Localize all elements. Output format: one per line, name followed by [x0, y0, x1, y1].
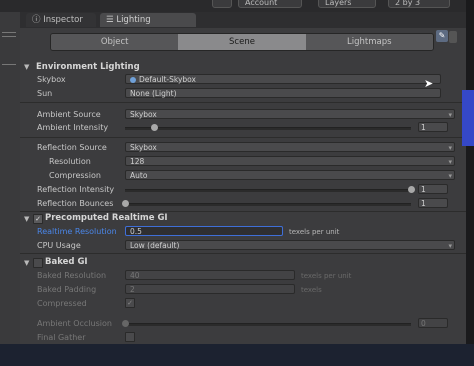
- divider: [20, 137, 466, 138]
- ambient-source-value: Skybox: [130, 110, 157, 119]
- resolution-label: Resolution: [49, 157, 91, 166]
- reflection-intensity-label: Reflection Intensity: [37, 185, 115, 194]
- baked-padding-label: Baked Padding: [37, 285, 97, 294]
- tab-lighting[interactable]: ☰ Lighting: [100, 13, 196, 27]
- chevron-down-icon: ▾: [448, 158, 452, 166]
- reflection-bounces-label: Reflection Bounces: [37, 199, 114, 208]
- chevron-down-icon: ▾: [448, 242, 452, 250]
- lighting-mode-segmented: Object Scene Lightmaps: [50, 33, 434, 51]
- compression-dropdown[interactable]: Auto ▾: [125, 170, 455, 180]
- tab-bar: ⓘ Inspector ☰ Lighting: [20, 12, 466, 28]
- baked-resolution-unit: texels per unit: [301, 272, 352, 280]
- ambient-intensity-label: Ambient Intensity: [37, 123, 109, 132]
- ambient-intensity-slider[interactable]: [125, 127, 411, 130]
- left-panel-edge: [0, 12, 21, 344]
- cpu-usage-value: Low (default): [130, 241, 180, 250]
- video-edge: [466, 0, 474, 366]
- segment-lightmaps[interactable]: Lightmaps: [305, 34, 433, 50]
- skybox-value: Default-Skybox: [139, 75, 196, 84]
- ambient-occlusion-label: Ambient Occlusion: [37, 319, 112, 328]
- ambient-intensity-input[interactable]: 1: [418, 122, 448, 132]
- tab-inspector[interactable]: ⓘ Inspector: [26, 13, 96, 27]
- chevron-down-icon: ▾: [448, 172, 452, 180]
- sun-field[interactable]: None (Light): [125, 88, 441, 98]
- chevron-down-icon: ▾: [448, 144, 452, 152]
- cpu-usage-dropdown[interactable]: Low (default) ▾: [125, 240, 455, 250]
- skybox-label: Skybox: [37, 75, 66, 84]
- realtime-resolution-unit: texels per unit: [289, 228, 340, 236]
- bottom-edge: [0, 344, 474, 366]
- segment-scene[interactable]: Scene: [178, 34, 306, 50]
- top-toolbar: Account Layers 2 by 3: [0, 0, 474, 12]
- ambient-occlusion-input[interactable]: 0: [418, 318, 448, 328]
- background-glow: [462, 90, 474, 146]
- reflection-intensity-slider[interactable]: [125, 189, 411, 192]
- baked-padding-unit: texels: [301, 286, 322, 294]
- skybox-field[interactable]: Default-Skybox: [125, 74, 441, 84]
- reflection-intensity-knob[interactable]: [408, 186, 415, 193]
- divider: [20, 102, 466, 103]
- compression-value: Auto: [130, 171, 148, 180]
- reflection-source-value: Skybox: [130, 143, 157, 152]
- inspector-icon: ⓘ: [32, 15, 44, 25]
- baked-resolution-label: Baked Resolution: [37, 271, 107, 280]
- account-dropdown[interactable]: Account: [238, 0, 302, 8]
- compressed-checkbox[interactable]: ✓: [125, 298, 135, 308]
- panel-menu-icon[interactable]: [449, 31, 457, 43]
- help-icon[interactable]: ✎: [436, 30, 448, 42]
- realtime-resolution-label: Realtime Resolution: [37, 227, 117, 236]
- triangle-down-icon[interactable]: ▼: [24, 215, 29, 223]
- tab-lighting-label: Lighting: [116, 15, 151, 25]
- baked-padding-input[interactable]: 2: [125, 284, 295, 294]
- realtime-resolution-input[interactable]: 0.5: [125, 226, 283, 236]
- baked-gi-header: Baked GI: [45, 257, 88, 267]
- realtime-gi-header: Precomputed Realtime GI: [45, 213, 168, 223]
- resolution-dropdown[interactable]: 128 ▾: [125, 156, 455, 166]
- reflection-intensity-input[interactable]: 1: [418, 184, 448, 194]
- reflection-source-dropdown[interactable]: Skybox ▾: [125, 142, 455, 152]
- ambient-occlusion-knob[interactable]: [122, 320, 129, 327]
- chevron-down-icon: ▾: [448, 111, 452, 119]
- compression-label: Compression: [49, 171, 101, 180]
- triangle-down-icon[interactable]: ▼: [24, 63, 29, 71]
- environment-lighting-header: Environment Lighting: [36, 62, 140, 72]
- reflection-bounces-slider[interactable]: [125, 203, 411, 206]
- reflection-bounces-knob[interactable]: [122, 200, 129, 207]
- resolution-value: 128: [130, 157, 145, 166]
- layers-icon-button[interactable]: [212, 0, 232, 8]
- triangle-down-icon[interactable]: ▼: [24, 259, 29, 267]
- baked-gi-checkbox[interactable]: [33, 258, 43, 268]
- ambient-intensity-knob[interactable]: [150, 124, 158, 131]
- tab-inspector-label: Inspector: [43, 15, 83, 25]
- segment-object[interactable]: Object: [51, 34, 179, 50]
- circle-icon: [130, 77, 136, 83]
- baked-resolution-input[interactable]: 40: [125, 270, 295, 280]
- divider: [20, 253, 466, 254]
- ambient-source-label: Ambient Source: [37, 110, 101, 119]
- layers-dropdown[interactable]: Layers: [318, 0, 376, 8]
- layout-dropdown[interactable]: 2 by 3: [388, 0, 450, 8]
- final-gather-checkbox[interactable]: [125, 332, 135, 342]
- list-icon: ☰: [106, 15, 117, 25]
- final-gather-label: Final Gather: [37, 333, 86, 342]
- sun-label: Sun: [37, 89, 53, 98]
- reflection-source-label: Reflection Source: [37, 143, 107, 152]
- cpu-usage-label: CPU Usage: [37, 241, 81, 250]
- ambient-source-dropdown[interactable]: Skybox ▾: [125, 109, 455, 119]
- compressed-label: Compressed: [37, 299, 87, 308]
- ambient-occlusion-slider[interactable]: [125, 323, 411, 326]
- reflection-bounces-input[interactable]: 1: [418, 198, 448, 208]
- divider: [20, 211, 466, 212]
- realtime-gi-checkbox[interactable]: ✓: [33, 214, 43, 224]
